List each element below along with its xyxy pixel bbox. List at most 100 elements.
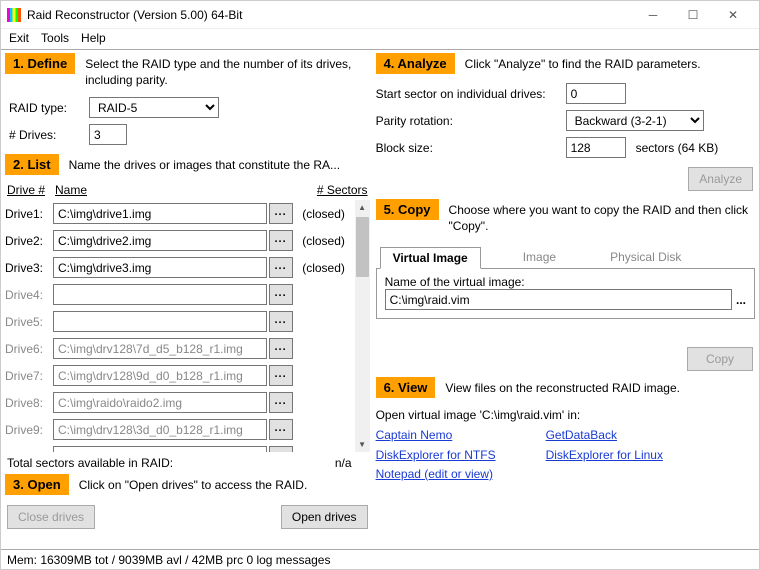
open-drives-button[interactable]: Open drives [281, 505, 368, 529]
titlebar: Raid Reconstructor (Version 5.00) 64-Bit… [1, 1, 759, 29]
drive-browse-button[interactable]: ... [269, 257, 293, 278]
drive-path-input[interactable] [53, 365, 267, 386]
total-sectors-row: Total sectors available in RAID: n/a [5, 452, 370, 474]
drive-num: Drive1: [5, 207, 53, 221]
drive-path-input[interactable] [53, 338, 267, 359]
drive-path-wrap [53, 446, 267, 452]
scroll-track[interactable] [355, 215, 370, 437]
step6-desc: View files on the reconstructed RAID ima… [445, 377, 755, 396]
hdr-drive: Drive # [7, 183, 55, 197]
vimg-label: Name of the virtual image: [385, 275, 746, 289]
link-captain-nemo[interactable]: Captain Nemo [376, 426, 496, 445]
hdr-sect: # Sectors [302, 183, 368, 197]
drive-row: Drive2:...(closed) [5, 227, 370, 254]
drive-row: Drive3:...(closed) [5, 254, 370, 281]
view-links-left: Captain Nemo DiskExplorer for NTFS Notep… [376, 426, 496, 484]
startsect-label: Start sector on individual drives: [376, 87, 566, 101]
menu-tools[interactable]: Tools [41, 31, 69, 45]
copy-tabbar: Virtual Image Image Physical Disk [376, 246, 755, 269]
open-row: Close drives Open drives [5, 501, 370, 529]
drive-path-input[interactable] [53, 446, 267, 452]
drive-path-wrap [53, 284, 267, 305]
right-column: 4. Analyze Click "Analyze" to find the R… [376, 53, 755, 547]
close-drives-button[interactable]: Close drives [7, 505, 95, 529]
step4-bar: 4. Analyze Click "Analyze" to find the R… [376, 53, 755, 74]
close-button[interactable]: ✕ [713, 3, 753, 27]
drive-num: Drive8: [5, 396, 53, 410]
drive-scrollbar[interactable]: ▲ ▼ [355, 200, 370, 452]
analyze-button[interactable]: Analyze [688, 167, 753, 191]
view-links: Captain Nemo DiskExplorer for NTFS Notep… [376, 426, 755, 484]
view-openin: Open virtual image 'C:\img\raid.vim' in: [376, 408, 755, 422]
copy-button[interactable]: Copy [687, 347, 753, 371]
parity-select[interactable]: Backward (3-2-1) [566, 110, 704, 131]
drive-row: Drive6:... [5, 335, 370, 362]
scroll-thumb[interactable] [356, 217, 369, 277]
drive-browse-button[interactable]: ... [269, 446, 293, 452]
step1-bar: 1. Define Select the RAID type and the n… [5, 53, 370, 88]
drive-browse-button[interactable]: ... [269, 338, 293, 359]
startsect-input[interactable] [566, 83, 626, 104]
drive-path-wrap [53, 338, 267, 359]
link-notepad[interactable]: Notepad (edit or view) [376, 465, 496, 484]
drive-path-wrap [53, 365, 267, 386]
drive-browse-button[interactable]: ... [269, 230, 293, 251]
drive-path-input[interactable] [53, 230, 267, 251]
drive-path-wrap [53, 257, 267, 278]
tab-virtual-image[interactable]: Virtual Image [380, 247, 481, 269]
menubar: Exit Tools Help [1, 29, 759, 49]
maximize-button[interactable]: ☐ [673, 3, 713, 27]
tab-physical-disk[interactable]: Physical Disk [598, 247, 693, 269]
drive-num: Drive5: [5, 315, 53, 329]
link-diskexplorer-ntfs[interactable]: DiskExplorer for NTFS [376, 446, 496, 465]
drive-row: Drive7:... [5, 362, 370, 389]
drive-sectors: (closed) [293, 261, 355, 275]
step5-label: 5. Copy [376, 199, 439, 220]
numdrives-label: # Drives: [9, 128, 81, 142]
parity-label: Parity rotation: [376, 114, 566, 128]
drive-path-input[interactable] [53, 284, 267, 305]
drive-browse-button[interactable]: ... [269, 311, 293, 332]
tab-image[interactable]: Image [511, 247, 568, 269]
step1-desc: Select the RAID type and the number of i… [85, 53, 369, 88]
vimg-browse-button[interactable]: ... [736, 293, 746, 307]
menu-exit[interactable]: Exit [9, 31, 29, 45]
drive-num: Drive2: [5, 234, 53, 248]
drive-path-wrap [53, 392, 267, 413]
scroll-down-icon[interactable]: ▼ [355, 437, 370, 452]
drive-path-input[interactable] [53, 257, 267, 278]
link-getdataback[interactable]: GetDataBack [546, 426, 663, 445]
link-diskexplorer-linux[interactable]: DiskExplorer for Linux [546, 446, 663, 465]
hdr-name: Name [55, 183, 302, 197]
drive-path-input[interactable] [53, 203, 267, 224]
step5-bar: 5. Copy Choose where you want to copy th… [376, 199, 755, 234]
scroll-up-icon[interactable]: ▲ [355, 200, 370, 215]
drive-path-wrap [53, 230, 267, 251]
raidtype-row: RAID type: RAID-5 [9, 97, 366, 118]
minimize-button[interactable]: ─ [633, 3, 673, 27]
drive-browse-button[interactable]: ... [269, 284, 293, 305]
drive-path-input[interactable] [53, 392, 267, 413]
menu-help[interactable]: Help [81, 31, 106, 45]
drive-browse-button[interactable]: ... [269, 203, 293, 224]
left-column: 1. Define Select the RAID type and the n… [5, 53, 370, 547]
analyze-row: Analyze [376, 161, 755, 199]
statusbar: Mem: 16309MB tot / 9039MB avl / 42MB prc… [1, 549, 759, 569]
drive-num: Drive6: [5, 342, 53, 356]
view-links-right: GetDataBack DiskExplorer for Linux [546, 426, 663, 484]
drive-sectors: (closed) [293, 234, 355, 248]
drive-path-input[interactable] [53, 311, 267, 332]
copy-row: Copy [376, 319, 755, 377]
raidtype-select[interactable]: RAID-5 [89, 97, 219, 118]
drive-browse-button[interactable]: ... [269, 365, 293, 386]
vimg-input[interactable] [385, 289, 732, 310]
block-input[interactable] [566, 137, 626, 158]
numdrives-input[interactable] [89, 124, 127, 145]
app-logo [7, 8, 21, 22]
drive-browse-button[interactable]: ... [269, 419, 293, 440]
drive-path-input[interactable] [53, 419, 267, 440]
content: 1. Define Select the RAID type and the n… [1, 50, 759, 549]
drive-path-wrap [53, 419, 267, 440]
drive-browse-button[interactable]: ... [269, 392, 293, 413]
drive-num: Drive4: [5, 288, 53, 302]
